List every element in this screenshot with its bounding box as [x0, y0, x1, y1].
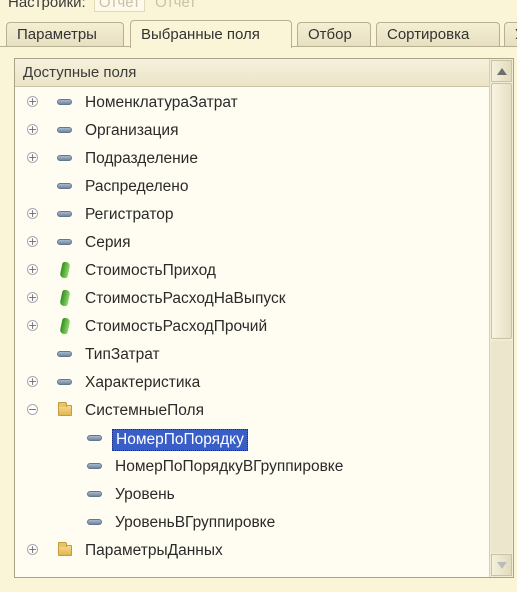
tree-row[interactable]: НомерПоПорядку [15, 425, 489, 453]
tree-row[interactable]: + Регистратор [15, 201, 489, 229]
tree-row[interactable]: + НоменклатураЗатрат [15, 89, 489, 117]
settings-line: Настройки: Отчет Отчет [8, 0, 197, 12]
tree-row[interactable]: + Организация [15, 117, 489, 145]
dimension-icon [57, 379, 72, 385]
dimension-icon [57, 183, 72, 189]
folder-icon [58, 542, 72, 556]
tree-row[interactable]: + СтоимостьПриход [15, 257, 489, 285]
expand-plus-icon[interactable]: + [27, 124, 38, 135]
tree-item-label: Распределено [85, 178, 189, 195]
tree-row[interactable]: + СтоимостьРасходПрочий [15, 313, 489, 341]
tree-item-label: ПараметрыДанных [85, 542, 223, 559]
resource-icon [59, 290, 71, 306]
dimension-icon [57, 211, 72, 217]
dimension-icon [57, 99, 72, 105]
dimension-icon [87, 491, 102, 497]
tree-item-label: ТипЗатрат [85, 346, 160, 363]
tree-row[interactable]: + СтоимостьРасходНаВыпуск [15, 285, 489, 313]
resource-icon [59, 318, 71, 334]
tree-item-label: СистемныеПоля [85, 402, 204, 419]
expand-plus-icon[interactable]: + [27, 544, 38, 555]
folder-icon [58, 402, 72, 416]
dimension-icon [57, 155, 72, 161]
dimension-icon [87, 435, 102, 441]
tree-row[interactable]: − СистемныеПоля [15, 397, 489, 425]
expand-plus-icon[interactable]: + [27, 236, 38, 247]
tab-sorting[interactable]: Сортировка [376, 22, 500, 46]
tree-item-label: Подразделение [85, 150, 198, 167]
dimension-icon [57, 239, 72, 245]
tree-item-label: Серия [85, 234, 131, 251]
collapse-minus-icon[interactable]: − [27, 404, 38, 415]
scroll-track[interactable] [491, 341, 512, 553]
expand-plus-icon[interactable]: + [27, 152, 38, 163]
tab-selected-fields[interactable]: Выбранные поля [130, 20, 292, 48]
tree-item-label: Уровень [115, 486, 175, 503]
tree-row[interactable]: УровеньВГруппировке [15, 509, 489, 537]
tree-item-label: Регистратор [85, 206, 174, 223]
dimension-icon [57, 351, 72, 357]
tree-item-label: СтоимостьРасходПрочий [85, 318, 268, 335]
expand-plus-icon[interactable]: + [27, 376, 38, 387]
tree-item-label: НоменклатураЗатрат [85, 94, 238, 111]
available-fields-tree[interactable]: Доступные поля + НоменклатураЗатрат + Ор… [14, 58, 514, 578]
tree-item-label: СтоимостьРасходНаВыпуск [85, 290, 286, 307]
tree-row[interactable]: ТипЗатрат [15, 341, 489, 369]
scroll-up-button[interactable] [491, 60, 512, 82]
tree-row[interactable]: + Характеристика [15, 369, 489, 397]
tree-row[interactable]: Уровень [15, 481, 489, 509]
tree-item-label-selected: НомерПоПорядку [112, 429, 248, 451]
settings-label: Настройки: [8, 0, 86, 11]
resource-icon [59, 262, 71, 278]
expand-plus-icon[interactable]: + [27, 292, 38, 303]
tab-filter[interactable]: Отбор [297, 22, 371, 46]
expand-plus-icon[interactable]: + [27, 320, 38, 331]
tab-parameters[interactable]: Параметры [6, 22, 124, 46]
tree-item-label: СтоимостьПриход [85, 262, 216, 279]
settings-variant-field[interactable]: Отчет [93, 0, 145, 12]
tree-row[interactable]: НомерПоПорядкуВГруппировке [15, 453, 489, 481]
expand-plus-icon[interactable]: + [27, 96, 38, 107]
tree-rows: + НоменклатураЗатрат + Организация + Под… [15, 89, 489, 565]
tab-more[interactable]: У [504, 22, 517, 46]
dimension-icon [87, 463, 102, 469]
tree-item-label: Характеристика [85, 374, 201, 391]
tree-row[interactable]: + Серия [15, 229, 489, 257]
tab-bar: Параметры Выбранные поля Отбор Сортировк… [6, 20, 517, 48]
scroll-down-button[interactable] [491, 554, 512, 576]
tree-row[interactable]: + ПараметрыДанных [15, 537, 489, 565]
dimension-icon [57, 127, 72, 133]
tree-item-label: НомерПоПорядкуВГруппировке [115, 458, 344, 475]
expand-plus-icon[interactable]: + [27, 208, 38, 219]
settings-variant-value: Отчет [155, 0, 197, 11]
vertical-scrollbar[interactable] [489, 59, 513, 577]
scroll-thumb[interactable] [491, 83, 512, 339]
tree-row[interactable]: + Подразделение [15, 145, 489, 173]
tree-item-label: УровеньВГруппировке [115, 514, 276, 531]
dimension-icon [87, 519, 102, 525]
expand-plus-icon[interactable]: + [27, 264, 38, 275]
tree-row[interactable]: Распределено [15, 173, 489, 201]
arrow-up-icon [497, 68, 507, 75]
tree-header: Доступные поля [15, 59, 489, 87]
arrow-down-icon [497, 562, 507, 569]
tree-item-label: Организация [85, 122, 179, 139]
